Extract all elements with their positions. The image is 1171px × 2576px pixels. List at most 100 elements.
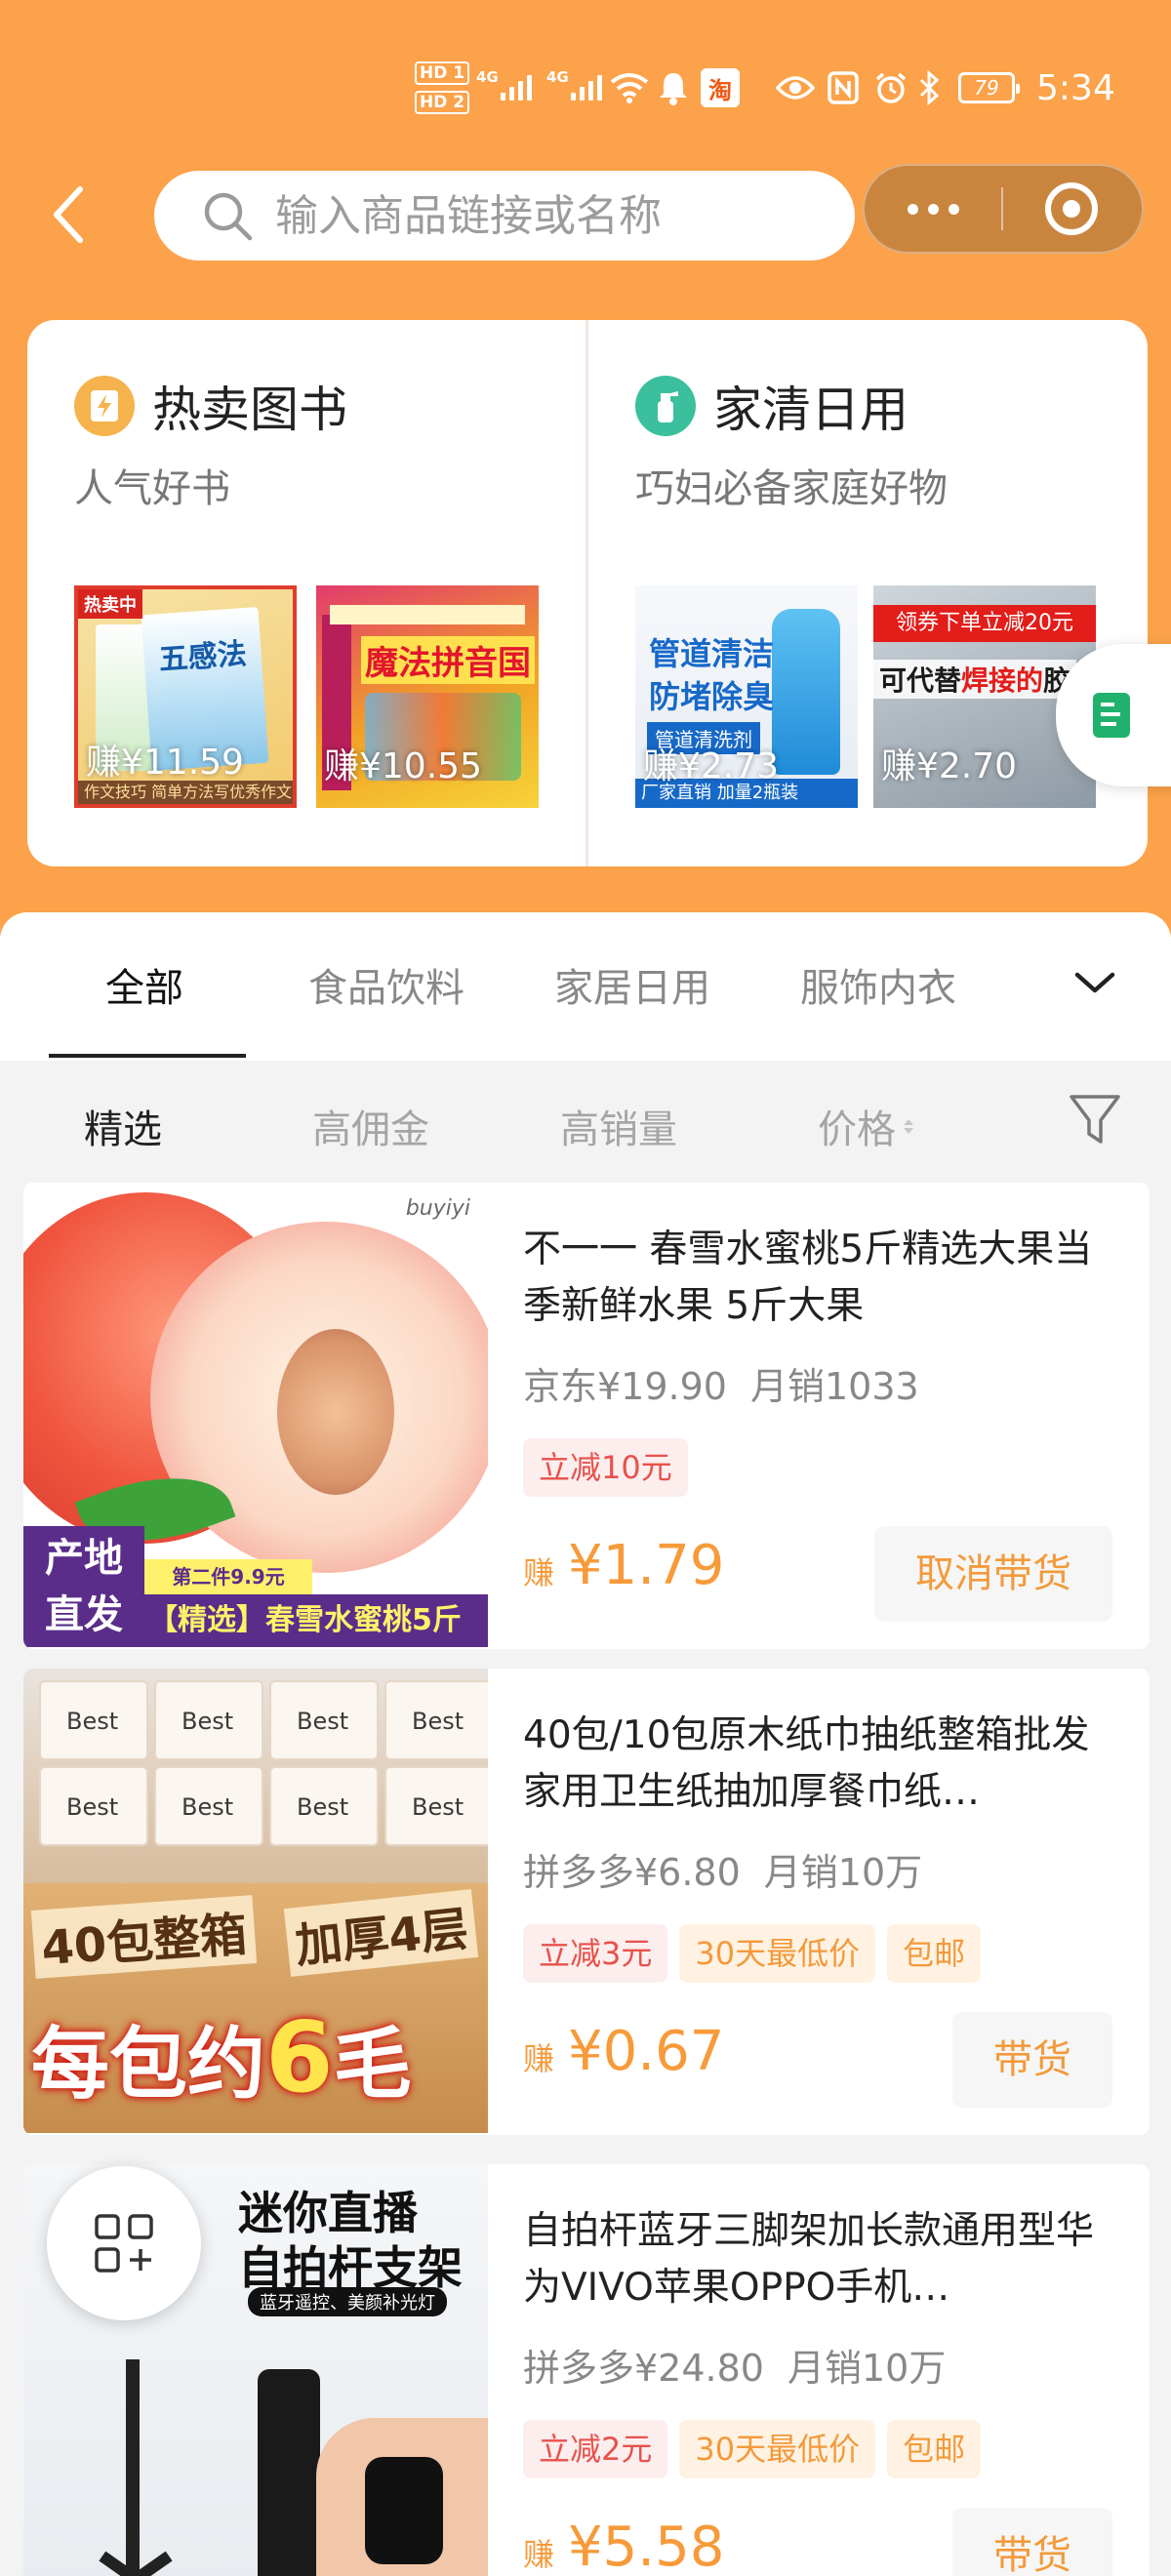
promote-button[interactable]: 带货	[952, 2012, 1112, 2108]
brand-logo: buyiyi	[405, 1196, 470, 1221]
battery-level: 79	[958, 72, 1020, 103]
miniprogram-capsule	[863, 164, 1144, 254]
filter-button[interactable]	[1068, 1091, 1122, 1149]
product-tagline: 可代替焊接的胶	[873, 660, 1077, 699]
wifi-icon	[610, 49, 649, 127]
target-icon	[1045, 182, 1098, 235]
promote-button[interactable]: 带货	[952, 2508, 1112, 2576]
battery-icon: 79	[958, 49, 1020, 127]
hd-indicator: HD 1 HD 2	[415, 49, 470, 127]
product-headline: 管道清洁 防堵除臭	[649, 635, 775, 715]
promo-section-books[interactable]: 热卖图书 人气好书 五感法 热卖中 作文技巧 简单方法写优秀作文 赚¥11.59…	[27, 320, 586, 866]
clock: 5:34	[1036, 67, 1115, 108]
tab-apparel[interactable]: 服饰内衣	[800, 956, 956, 1013]
earn-row: 赚 ¥1.79	[523, 1534, 724, 1597]
earn-prefix: 赚	[523, 2040, 555, 2077]
box-title: 魔法拼音国	[361, 636, 535, 684]
product-title: 不一一 春雪水蜜桃5斤精选大果当季新鲜水果 5斤大果	[523, 1228, 1093, 1328]
lowest-price-tag: 30天最低价	[679, 1924, 876, 1983]
product-image: Best Best Best Best Best Best Best Best …	[23, 1669, 488, 2133]
product-image: buyiyi 产地 直发 第二件9.9元 【精选】春雪水蜜桃5斤	[23, 1183, 488, 1647]
promo-section-household[interactable]: 家清日用 巧妇必备家庭好物 管道清洁 防堵除臭 管道清洗剂 厂家直销 加量2瓶装…	[588, 320, 1148, 866]
chevron-down-icon	[1074, 972, 1115, 993]
sort-price[interactable]: 价格	[818, 1098, 913, 1154]
tab-home[interactable]: 家居日用	[554, 956, 710, 1013]
earn-value: ¥1.79	[568, 1534, 725, 1597]
product-title: 自拍杆蓝牙三脚架加长款通用型华为VIVO苹果OPPO手机…	[523, 2209, 1095, 2310]
earn-prefix: 赚	[523, 1554, 555, 1591]
expand-categories-button[interactable]	[1071, 959, 1118, 1006]
promo-product-thumb[interactable]: 魔法拼音国 赚¥10.55	[316, 585, 539, 808]
lowest-price-tag: 30天最低价	[679, 2420, 876, 2478]
product-tags: 立减2元 30天最低价 包邮	[523, 2420, 982, 2478]
product-card[interactable]: buyiyi 产地 直发 第二件9.9元 【精选】春雪水蜜桃5斤 不一一 春雪水…	[23, 1183, 1150, 1649]
image-feature-pill: 蓝牙遥控、美颜补光灯	[248, 2287, 447, 2316]
active-tab-indicator	[49, 1054, 246, 1058]
search-input[interactable]	[275, 190, 822, 241]
hd2-label: HD 2	[415, 91, 470, 114]
image-offer-label: 第二件9.9元	[144, 1559, 312, 1594]
product-tags: 立减10元	[523, 1438, 688, 1497]
lightning-book-icon	[74, 376, 135, 436]
category-tabs: 全部 食品饮料 家居日用 服饰内衣	[0, 912, 1171, 1061]
promo-product-thumb[interactable]: 五感法 热卖中 作文技巧 简单方法写优秀作文 赚¥11.59	[74, 585, 297, 808]
nfc-icon	[828, 49, 859, 127]
signal-icon: 4G	[546, 49, 602, 127]
product-card[interactable]: Best Best Best Best Best Best Best Best …	[23, 1669, 1150, 2135]
eye-icon	[776, 49, 815, 127]
cancel-promote-button[interactable]: 取消带货	[874, 1526, 1112, 1622]
platform-price: 拼多多¥24.80	[523, 2347, 764, 2390]
hd1-label: HD 1	[415, 61, 470, 85]
floating-grid-button[interactable]	[47, 2166, 201, 2320]
earn-amount: 赚¥2.70	[881, 746, 1018, 786]
earn-value: ¥5.58	[568, 2516, 725, 2576]
promo-title: 热卖图书	[152, 382, 347, 438]
tab-food[interactable]: 食品饮料	[308, 956, 464, 1013]
filter-icon	[1070, 1095, 1120, 1144]
taobao-icon: 淘	[701, 49, 740, 127]
network-type-label: 4G	[476, 68, 499, 86]
earn-row: 赚 ¥5.58	[523, 2516, 724, 2576]
more-menu-button[interactable]	[865, 166, 1001, 252]
product-meta: 拼多多¥24.80 月销10万	[523, 2338, 946, 2392]
discount-tag: 立减2元	[523, 2420, 668, 2478]
network-type-label: 4G	[546, 68, 569, 86]
search-bar[interactable]	[154, 171, 855, 261]
coupon-banner: 领券下单立减20元	[873, 605, 1096, 642]
promo-subtitle: 巧妇必备家庭好物	[635, 466, 948, 511]
sort-featured[interactable]: 精选	[84, 1098, 162, 1154]
product-tags: 立减3元 30天最低价 包邮	[523, 1924, 982, 1983]
platform-price: 拼多多¥6.80	[523, 1851, 741, 1894]
book-cover-text: 五感法	[157, 636, 248, 678]
earn-amount: 赚¥2.73	[643, 746, 780, 786]
sort-commission[interactable]: 高佣金	[312, 1098, 429, 1154]
sort-sales[interactable]: 高销量	[560, 1098, 677, 1154]
back-button[interactable]	[49, 181, 98, 249]
monthly-sales: 月销10万	[763, 1851, 923, 1894]
free-shipping-tag: 包邮	[887, 1924, 982, 1983]
image-price-callout: 每包约6毛	[31, 2000, 412, 2114]
image-banner: 【精选】春雪水蜜桃5斤	[144, 1594, 488, 1647]
product-meta: 拼多多¥6.80 月销10万	[523, 1842, 922, 1896]
monthly-sales: 月销1033	[749, 1365, 919, 1408]
discount-tag: 立减10元	[523, 1438, 688, 1497]
alarm-icon	[874, 49, 908, 127]
status-bar: HD 1 HD 2 4G 4G 淘 79 5:34	[0, 49, 1171, 127]
tab-all[interactable]: 全部	[105, 956, 183, 1013]
search-icon	[204, 192, 253, 241]
image-origin-label: 产地 直发	[23, 1526, 144, 1647]
signal-icon: 4G	[476, 49, 532, 127]
monthly-sales: 月销10万	[787, 2347, 947, 2390]
free-shipping-tag: 包邮	[887, 2420, 982, 2478]
close-miniprogram-button[interactable]	[1003, 166, 1140, 252]
earn-prefix: 赚	[523, 2536, 555, 2573]
promo-product-thumb[interactable]: 管道清洁 防堵除臭 管道清洗剂 厂家直销 加量2瓶装 赚¥2.73	[635, 585, 858, 808]
earn-row: 赚 ¥0.67	[523, 2020, 724, 2083]
bluetooth-icon	[917, 49, 941, 127]
spray-bottle-icon	[635, 376, 696, 436]
sort-arrows-icon	[904, 1118, 913, 1134]
earn-amount: 赚¥11.59	[86, 743, 244, 783]
earn-value: ¥0.67	[568, 2020, 725, 2083]
promo-card: 热卖图书 人气好书 五感法 热卖中 作文技巧 简单方法写优秀作文 赚¥11.59…	[27, 320, 1148, 866]
product-title: 40包/10包原木纸巾抽纸整箱批发家用卫生纸抽加厚餐巾纸…	[523, 1713, 1090, 1814]
